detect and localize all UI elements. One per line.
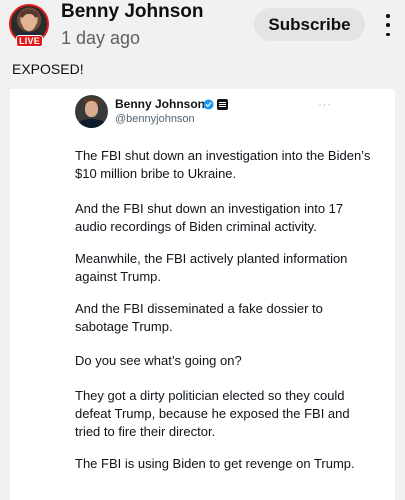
live-badge: LIVE [16, 35, 43, 47]
tweet-paragraph: Meanwhile, the FBI actively planted info… [75, 251, 348, 284]
tweet-paragraph: The FBI shut down an investigation into … [75, 148, 371, 181]
tweet-paragraph: They got a dirty politician elected so t… [75, 388, 350, 439]
vertical-ellipsis-icon[interactable] [381, 14, 395, 36]
post-caption: EXPOSED! [12, 61, 84, 77]
tweet-image[interactable]: Benny Johnson @bennyjohnson ··· The FBI … [10, 89, 395, 500]
tweet-author-handle: @bennyjohnson [115, 113, 195, 125]
post-header: LIVE Benny Johnson 1 day ago Subscribe [0, 0, 405, 58]
tweet-more-icon: ··· [318, 97, 332, 111]
tweet-paragraph: The FBI is using Biden to get revenge on… [75, 456, 355, 471]
subscribe-button[interactable]: Subscribe [254, 8, 365, 41]
post-timestamp: 1 day ago [61, 28, 141, 48]
affiliate-badge-icon [217, 99, 228, 110]
channel-avatar[interactable]: LIVE [9, 4, 49, 47]
verified-badge-icon [203, 99, 214, 110]
channel-name[interactable]: Benny Johnson [61, 1, 204, 23]
tweet-paragraph: And the FBI shut down an investigation i… [75, 201, 344, 234]
tweet-author-avatar [75, 95, 108, 128]
tweet-author-name: Benny Johnson [115, 97, 206, 111]
tweet-paragraph: Do you see what’s going on? [75, 353, 242, 368]
tweet-paragraph: And the FBI disseminated a fake dossier … [75, 301, 323, 334]
